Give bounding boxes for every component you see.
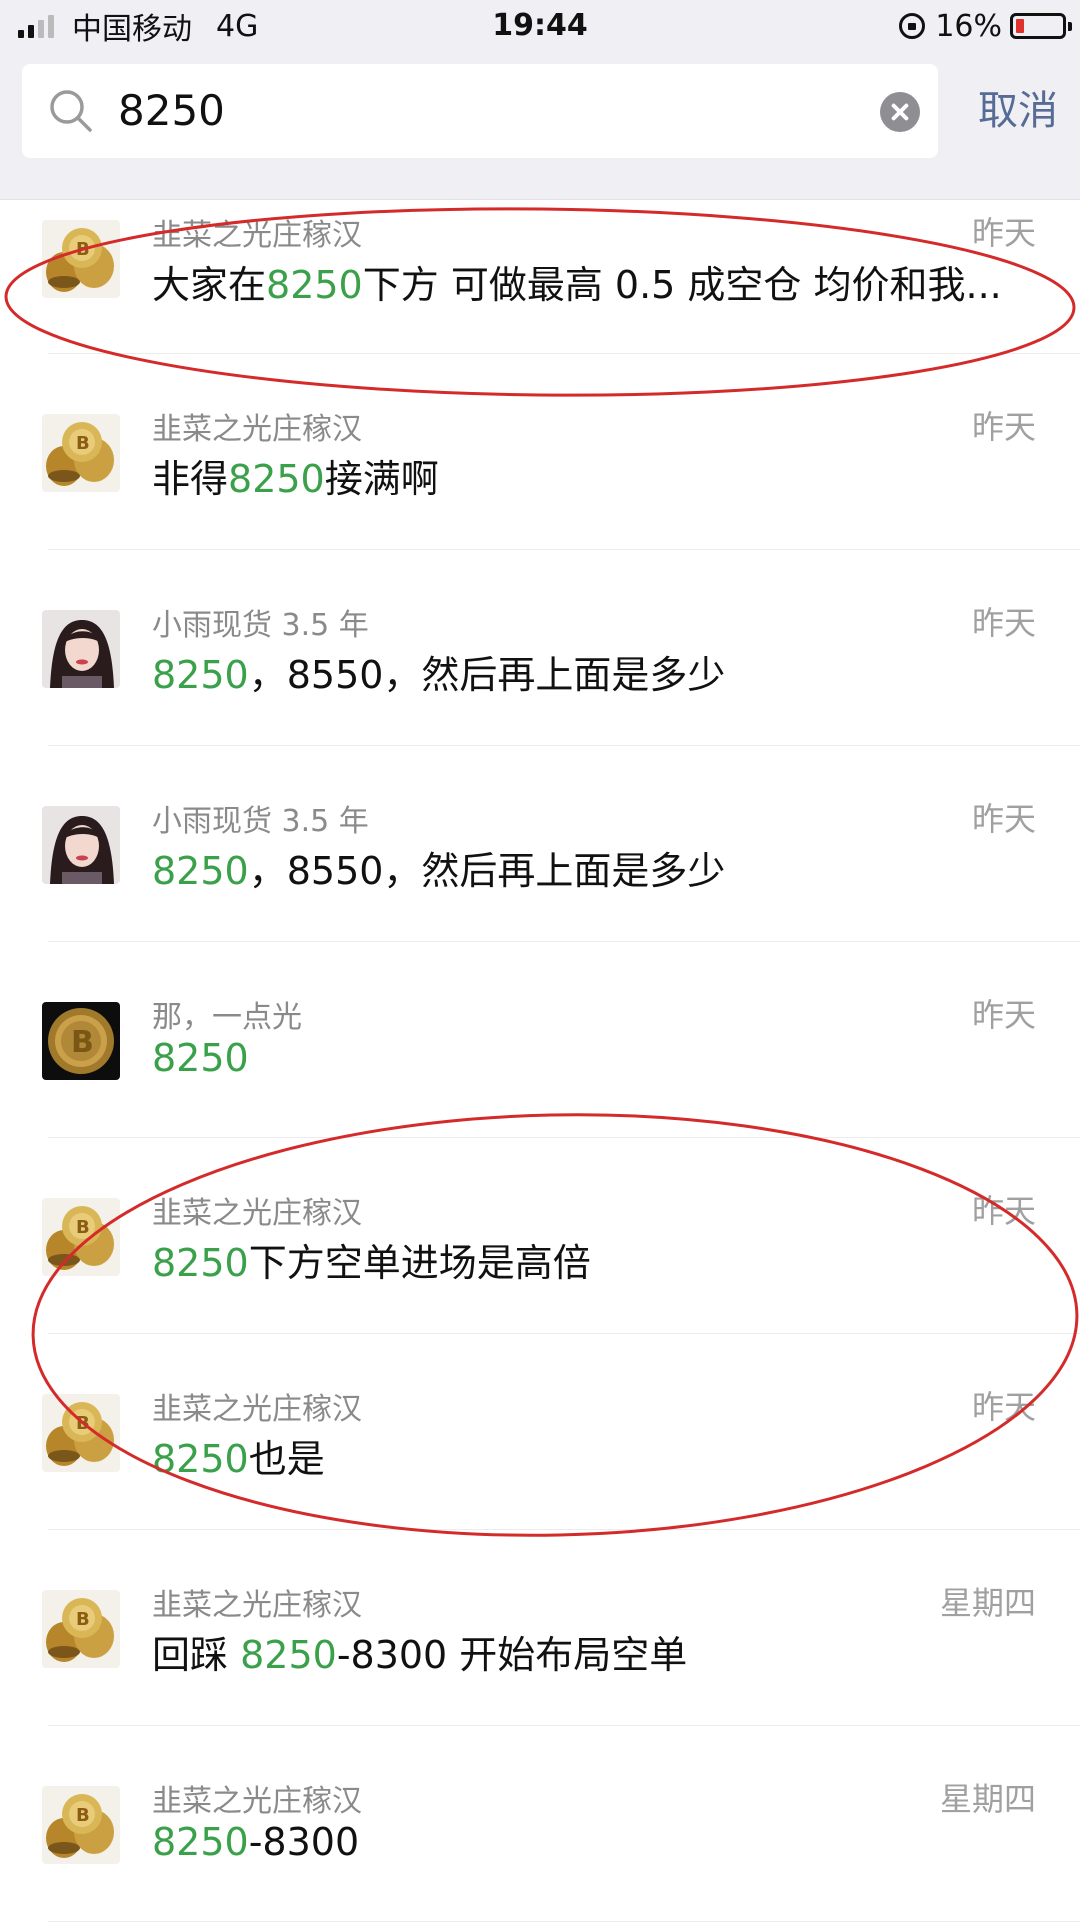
message-date: 昨天 <box>971 604 1036 642</box>
message-date: 昨天 <box>971 800 1036 838</box>
message-date: 星期四 <box>939 1584 1036 1622</box>
sender-name: 韭菜之光庄稼汉 <box>152 1392 362 1427</box>
message-text-after: ，8550，然后再上面是多少 <box>248 653 726 697</box>
match-highlight: 8250 <box>228 457 325 501</box>
battery-percent: 16% <box>935 8 1002 44</box>
svg-text:B: B <box>76 239 90 260</box>
clear-icon[interactable] <box>880 92 920 132</box>
sender-name: 韭菜之光庄稼汉 <box>152 1196 362 1231</box>
message-text-before: 非得 <box>152 457 229 501</box>
avatar[interactable]: B <box>42 1590 120 1668</box>
message-text-after: -8300 开始布局空单 <box>336 1633 688 1677</box>
message-preview: 大家在8250下方 可做最高 0.5 成空仓 均价和我... <box>152 254 1032 309</box>
avatar[interactable] <box>42 610 120 688</box>
result-row[interactable]: 小雨现货 3.5 年昨天 8250，8550，然后再上面是多少 <box>0 550 1080 746</box>
message-text-after: 接满啊 <box>324 457 439 501</box>
message-text-after: 下方空单进场是高倍 <box>248 1241 591 1285</box>
match-highlight: 8250 <box>266 263 363 307</box>
result-row[interactable]: B 韭菜之光庄稼汉 星期四 回踩 8250-8300 开始布局空单 <box>0 1530 1080 1726</box>
result-row[interactable]: B 韭菜之光庄稼汉 昨天 8250也是 <box>0 1334 1080 1530</box>
result-row[interactable]: B 韭菜之光庄稼汉 昨天 8250下方空单进场是高倍 <box>0 1138 1080 1334</box>
avatar[interactable]: B <box>42 414 120 492</box>
sender-name: 小雨现货 3.5 年 <box>152 608 369 643</box>
avatar[interactable] <box>42 806 120 884</box>
message-text-after: ，8550，然后再上面是多少 <box>248 849 726 893</box>
svg-text:B: B <box>76 1217 90 1238</box>
sender-name: 小雨现货 3.5 年 <box>152 804 369 839</box>
avatar[interactable]: B <box>42 1198 120 1276</box>
match-highlight: 8250 <box>152 1036 249 1080</box>
message-text-after: 下方 可做最高 0.5 成空仓 均价和我... <box>362 263 1002 307</box>
message-date: 昨天 <box>971 1192 1036 1230</box>
svg-text:B: B <box>76 433 90 454</box>
message-preview: 8250也是 <box>152 1428 1032 1483</box>
svg-text:B: B <box>71 1025 94 1060</box>
message-date: 星期四 <box>939 1780 1036 1818</box>
message-date: 昨天 <box>971 214 1036 252</box>
message-preview: 8250下方空单进场是高倍 <box>152 1232 1032 1287</box>
result-row[interactable]: 小雨现货 3.5 年昨天 8250，8550，然后再上面是多少 <box>0 746 1080 942</box>
search-header: 8250 取消 <box>0 52 1080 200</box>
search-query[interactable]: 8250 <box>118 64 225 158</box>
message-text-before: 回踩 <box>152 1633 241 1677</box>
message-preview: 回踩 8250-8300 开始布局空单 <box>152 1624 1032 1679</box>
message-preview: 8250-8300 <box>152 1820 1032 1864</box>
search-input[interactable]: 8250 <box>22 64 938 158</box>
svg-text:B: B <box>76 1609 90 1630</box>
search-results-list: B 韭菜之光庄稼汉 昨天 大家在8250下方 可做最高 0.5 成空仓 均价和我...… <box>0 200 1080 1922</box>
avatar[interactable]: B <box>42 1786 120 1864</box>
svg-text:B: B <box>76 1413 90 1434</box>
result-row[interactable]: B 韭菜之光庄稼汉 昨天 大家在8250下方 可做最高 0.5 成空仓 均价和我... <box>0 200 1080 354</box>
status-right: 16% <box>899 8 1072 44</box>
message-preview: 非得8250接满啊 <box>152 448 1032 503</box>
result-row[interactable]: B 韭菜之光庄稼汉 昨天 非得8250接满啊 <box>0 354 1080 550</box>
result-row[interactable]: B 那，一点光 昨天 8250 <box>0 942 1080 1138</box>
result-row[interactable]: B 韭菜之光庄稼汉 星期四 8250-8300 <box>0 1726 1080 1922</box>
message-preview: 8250，8550，然后再上面是多少 <box>152 644 1032 699</box>
avatar[interactable]: B <box>42 1002 120 1080</box>
message-date: 昨天 <box>971 1388 1036 1426</box>
sender-name: 那，一点光 <box>152 1000 302 1035</box>
cancel-button[interactable]: 取消 <box>978 64 1058 158</box>
message-preview: 8250，8550，然后再上面是多少 <box>152 840 1032 895</box>
match-highlight: 8250 <box>152 1241 249 1285</box>
search-icon <box>50 90 92 132</box>
match-highlight: 8250 <box>152 849 249 893</box>
svg-text:B: B <box>76 1805 90 1826</box>
message-date: 昨天 <box>971 996 1036 1034</box>
message-text-before: 大家在 <box>152 263 267 307</box>
message-text-after: -8300 <box>248 1820 360 1864</box>
sender-name: 韭菜之光庄稼汉 <box>152 218 362 253</box>
match-highlight: 8250 <box>152 1820 249 1864</box>
avatar[interactable]: B <box>42 220 120 298</box>
avatar[interactable]: B <box>42 1394 120 1472</box>
status-bar: 中国移动 4G 19:44 16% <box>0 0 1080 52</box>
match-highlight: 8250 <box>240 1633 337 1677</box>
match-highlight: 8250 <box>152 1437 249 1481</box>
sender-name: 韭菜之光庄稼汉 <box>152 412 362 447</box>
rotation-lock-icon <box>899 13 926 39</box>
match-highlight: 8250 <box>152 653 249 697</box>
sender-name: 韭菜之光庄稼汉 <box>152 1588 362 1623</box>
message-date: 昨天 <box>971 408 1036 446</box>
sender-name: 韭菜之光庄稼汉 <box>152 1784 362 1819</box>
battery-icon <box>1010 13 1072 39</box>
message-preview: 8250 <box>152 1036 1032 1080</box>
message-text-after: 也是 <box>248 1437 325 1481</box>
